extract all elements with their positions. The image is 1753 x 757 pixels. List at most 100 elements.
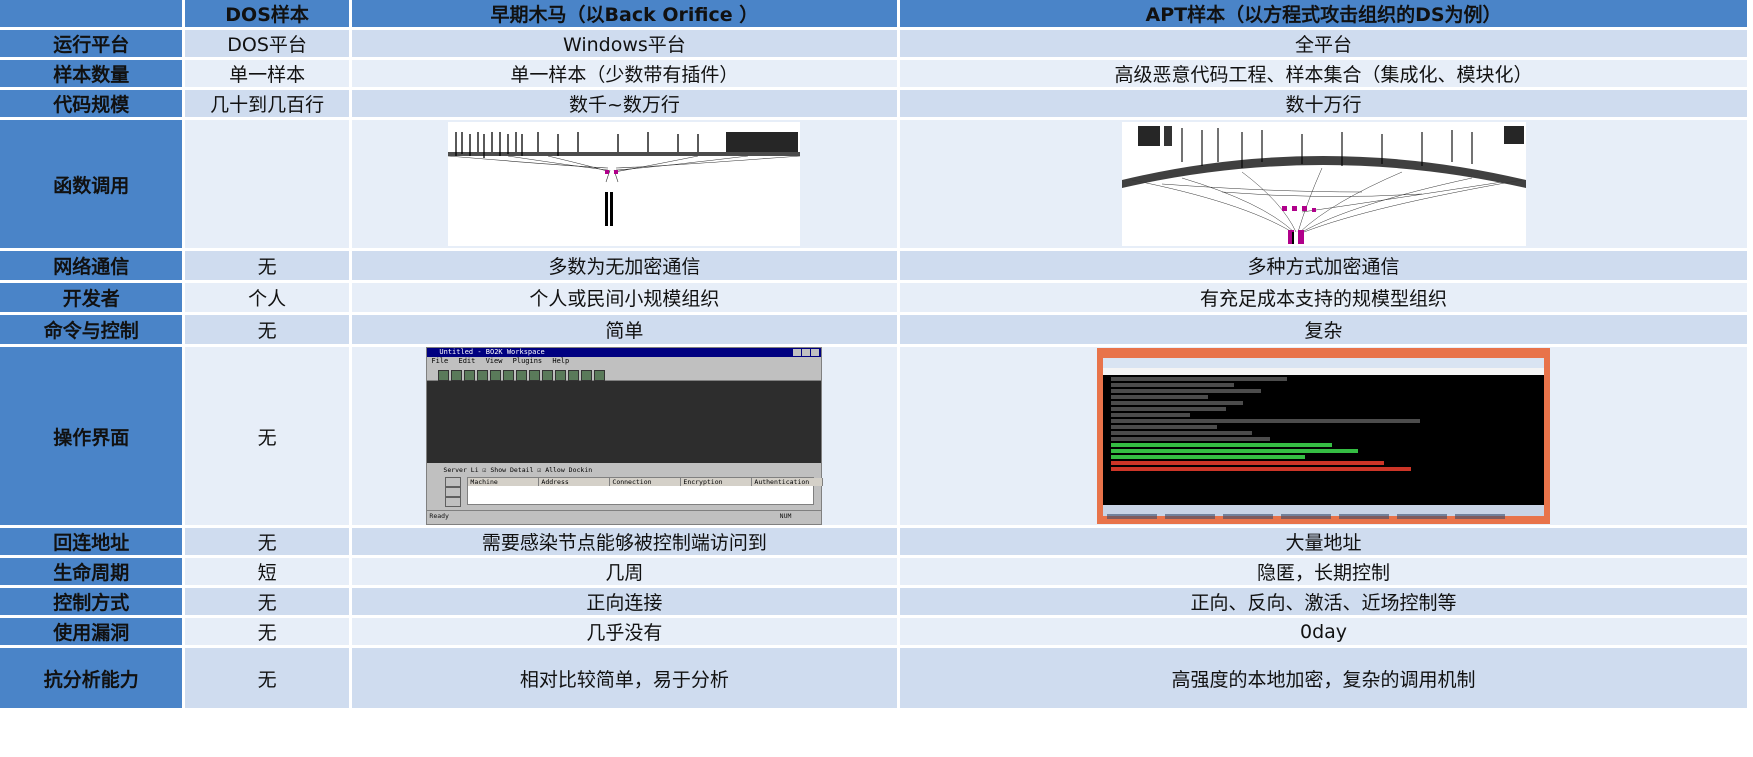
cell-apt: 高强度的本地加密，复杂的调用机制 [900,648,1747,708]
table-row: 运行平台 DOS平台 Windows平台 全平台 [0,30,1747,57]
bo2k-title-bar: Untitled - BO2K Workspace [427,348,822,357]
cell-trojan: 简单 [351,315,898,344]
table-row: 生命周期 短 几周 隐匿，长期控制 [0,558,1747,585]
cell-apt: 大量地址 [900,528,1747,555]
cell-trojan: 个人或民间小规模组织 [351,283,898,312]
cell-dos: 无 [185,315,349,344]
bo2k-server-list-label: Server Li [443,466,479,474]
table-row: 控制方式 无 正向连接 正向、反向、激活、近场控制等 [0,588,1747,615]
cell-dos [185,120,349,248]
bo2k-column-header: Machine [468,478,540,486]
ds-terminal-screenshot [1097,348,1551,524]
bo2k-window-screenshot: Untitled - BO2K Workspace File Edit View… [426,347,824,525]
cell-dos: 单一样本 [185,60,349,87]
row-label: 生命周期 [0,558,183,585]
cell-trojan: 数千~数万行 [351,90,898,117]
bo2k-menu-item: Plugins [512,357,543,365]
bo2k-allow-docking: Allow Dockin [545,466,593,474]
cell-trojan: 几周 [351,558,898,585]
cell-trojan: 单一样本（少数带有插件） [351,60,898,87]
cell-apt [900,347,1747,525]
table-row: 命令与控制 无 简单 复杂 [0,315,1747,344]
bo2k-status-text: Ready [429,512,449,520]
ds-call-graph-image [1121,122,1526,246]
header-early-trojan: 早期木马（以Back Orifice ） [351,0,898,27]
table-row: 回连地址 无 需要感染节点能够被控制端访问到 大量地址 [0,528,1747,555]
table-row: 代码规模 几十到几百行 数千~数万行 数十万行 [0,90,1747,117]
cell-apt: 数十万行 [900,90,1747,117]
header-corner [0,0,183,27]
cell-apt: 全平台 [900,30,1747,57]
cell-apt: 0day [900,618,1747,645]
cell-trojan [351,120,898,248]
bo2k-title: Untitled - BO2K Workspace [439,348,545,356]
cell-trojan: 相对比较简单，易于分析 [351,648,898,708]
cell-dos: 无 [185,528,349,555]
bo2k-column-header: Connection [610,478,682,486]
header-row: DOS样本 早期木马（以Back Orifice ） APT样本（以方程式攻击组… [0,0,1747,27]
cell-trojan: 需要感染节点能够被控制端访问到 [351,528,898,555]
row-label: 代码规模 [0,90,183,117]
row-label: 使用漏洞 [0,618,183,645]
cell-trojan: Windows平台 [351,30,898,57]
bo2k-column-header: Encryption [681,478,753,486]
row-label: 样本数量 [0,60,183,87]
cell-apt: 复杂 [900,315,1747,344]
table-row: 函数调用 [0,120,1747,248]
bo2k-server-list: Server Li ☑ Show Detail ☑ Allow Dockin M… [427,463,824,510]
bo2k-menu-bar: File Edit View Plugins Help [427,357,821,366]
cell-dos: 无 [185,648,349,708]
table-row: 开发者 个人 个人或民间小规模组织 有充足成本支持的规模型组织 [0,283,1747,312]
table-row: 操作界面 无 Untitled - BO2K Workspace File Ed… [0,347,1747,525]
row-label: 命令与控制 [0,315,183,344]
row-label: 回连地址 [0,528,183,555]
cell-dos: 几十到几百行 [185,90,349,117]
bo2k-menu-item: View [485,357,503,365]
table-row: 使用漏洞 无 几乎没有 0day [0,618,1747,645]
bo2k-toolbar [427,366,822,381]
bo2k-menu-item: Edit [458,357,476,365]
bo2k-workspace [427,381,822,463]
cell-trojan: 几乎没有 [351,618,898,645]
row-label: 运行平台 [0,30,183,57]
header-dos: DOS样本 [185,0,349,27]
cell-dos: 无 [185,618,349,645]
row-label: 函数调用 [0,120,183,248]
table-row: 样本数量 单一样本 单一样本（少数带有插件） 高级恶意代码工程、样本集合（集成化… [0,60,1747,87]
header-apt: APT样本（以方程式攻击组织的DS为例） [900,0,1747,27]
cell-apt [900,120,1747,248]
cell-dos: 无 [185,588,349,615]
bo2k-server-grid: Machine Address Connection Encryption Authen… [467,477,824,505]
cell-apt: 多种方式加密通信 [900,251,1747,280]
row-label: 开发者 [0,283,183,312]
cell-trojan: 正向连接 [351,588,898,615]
cell-trojan: 多数为无加密通信 [351,251,898,280]
cell-trojan: Untitled - BO2K Workspace File Edit View… [351,347,898,525]
ds-terminal-output [1103,375,1545,505]
comparison-table: DOS样本 早期木马（以Back Orifice ） APT样本（以方程式攻击组… [0,0,1750,711]
bo-call-graph-image [448,122,801,246]
cell-apt: 有充足成本支持的规模型组织 [900,283,1747,312]
cell-dos: DOS平台 [185,30,349,57]
bo2k-num-indicator: NUM [779,512,792,520]
bo2k-column-header: Address [539,478,611,486]
cell-dos: 个人 [185,283,349,312]
row-label: 抗分析能力 [0,648,183,708]
bo2k-column-header: Authentication [752,478,824,486]
cell-apt: 正向、反向、激活、近场控制等 [900,588,1747,615]
cell-apt: 隐匿，长期控制 [900,558,1747,585]
bo2k-show-details: Show Detail [490,466,534,474]
row-label: 控制方式 [0,588,183,615]
bo2k-menu-item: File [431,357,449,365]
row-label: 操作界面 [0,347,183,525]
table-row: 抗分析能力 无 相对比较简单，易于分析 高强度的本地加密，复杂的调用机制 [0,648,1747,708]
cell-dos: 短 [185,558,349,585]
ds-terminal-tabs [1103,358,1545,368]
bo2k-status-bar: Ready NUM [427,510,822,521]
row-label: 网络通信 [0,251,183,280]
cell-apt: 高级恶意代码工程、样本集合（集成化、模块化） [900,60,1747,87]
cell-dos: 无 [185,347,349,525]
bo2k-menu-item: Help [552,357,570,365]
cell-dos: 无 [185,251,349,280]
table-row: 网络通信 无 多数为无加密通信 多种方式加密通信 [0,251,1747,280]
